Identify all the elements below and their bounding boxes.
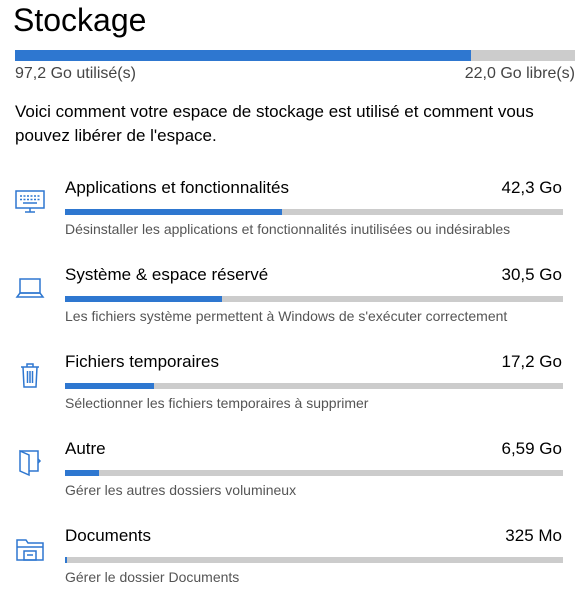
storage-usage-fill [15,50,472,61]
category-size: 30,5 Go [501,265,563,284]
free-space-label: 22,0 Go libre(s) [464,65,575,82]
category-size: 325 Mo [505,526,562,545]
category-size: 42,3 Go [501,178,563,197]
category-apps[interactable]: Applications et fonctionnalités 42,3 Go … [0,175,586,262]
category-size: 17,2 Go [501,352,563,371]
category-usage-bar [65,296,563,302]
keyboard-monitor-icon [14,185,46,217]
category-usage-bar [65,209,563,215]
folder-open-icon [14,446,46,478]
used-space-label: 97,2 Go utilisé(s) [15,65,136,82]
category-name: Système & espace réservé [65,265,269,284]
category-usage-fill [65,470,99,476]
category-name: Fichiers temporaires [65,352,219,371]
category-documents[interactable]: Documents 325 Mo Gérer le dossier Docume… [0,523,586,610]
category-description: Gérer le dossier Documents [65,569,240,585]
category-temp-files[interactable]: Fichiers temporaires 17,2 Go Sélectionne… [0,349,586,436]
category-other[interactable]: Autre 6,59 Go Gérer les autres dossiers … [0,436,586,523]
category-usage-fill [65,296,222,302]
laptop-icon [14,272,46,304]
category-name: Applications et fonctionnalités [65,178,289,197]
category-usage-fill [65,557,67,563]
trash-icon [14,359,46,391]
category-description: Gérer les autres dossiers volumineux [65,482,297,498]
intro-text: Voici comment votre espace de stockage e… [15,102,534,145]
category-system[interactable]: Système & espace réservé 30,5 Go Les fic… [0,262,586,349]
category-usage-bar [65,470,563,476]
category-name: Documents [65,526,151,545]
category-usage-fill [65,209,282,215]
storage-category-list: Applications et fonctionnalités 42,3 Go … [0,175,586,610]
category-size: 6,59 Go [501,439,563,458]
category-description: Désinstaller les applications et fonctio… [65,221,511,237]
documents-folder-icon [14,533,46,565]
category-usage-bar [65,383,563,389]
category-description: Sélectionner les fichiers temporaires à … [65,395,369,411]
category-description: Les fichiers système permettent à Window… [65,308,508,324]
category-usage-bar [65,557,563,563]
storage-usage-bar [15,50,575,61]
page-title: Stockage [13,2,147,38]
category-usage-fill [65,383,154,389]
category-name: Autre [65,439,106,458]
